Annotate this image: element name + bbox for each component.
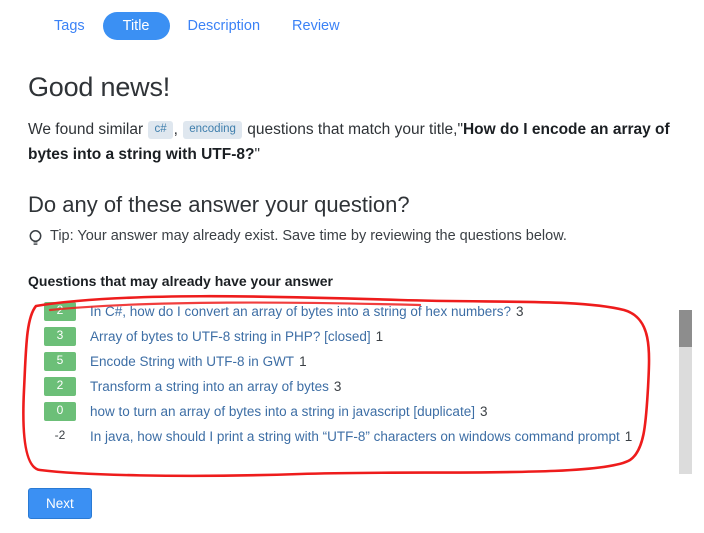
- quote-close: ": [254, 146, 260, 163]
- vote-badge: 0: [44, 402, 76, 421]
- list-item[interactable]: 2 In C#, how do I convert an array of by…: [44, 299, 676, 324]
- next-button[interactable]: Next: [28, 488, 92, 519]
- question-link[interactable]: In C#, how do I convert an array of byte…: [90, 304, 511, 319]
- related-questions-list: 2 In C#, how do I convert an array of by…: [28, 299, 676, 449]
- question-link[interactable]: Transform a string into an array of byte…: [90, 379, 329, 394]
- answer-count: 3: [333, 379, 342, 394]
- questions-list-heading: Questions that may already have your ans…: [28, 273, 334, 289]
- wizard-tab-bar: Tags Title Description Review: [0, 10, 354, 42]
- question-link[interactable]: how to turn an array of bytes into a str…: [90, 404, 475, 419]
- tag-chip-csharp[interactable]: c#: [148, 121, 173, 140]
- vote-badge: 3: [44, 327, 76, 346]
- tab-tags[interactable]: Tags: [40, 13, 99, 40]
- found-middle: questions that match your title,: [247, 121, 458, 138]
- answer-count: 1: [624, 429, 633, 444]
- found-prefix: We found similar: [28, 121, 144, 138]
- answer-count: 1: [299, 354, 307, 369]
- list-item[interactable]: 2 Transform a string into an array of by…: [44, 374, 676, 399]
- vote-badge: 2: [44, 302, 76, 321]
- section-title-do-any: Do any of these answer your question?: [28, 192, 410, 217]
- tab-title[interactable]: Title: [102, 11, 170, 41]
- tip-row: Tip: Your answer may already exist. Save…: [28, 228, 676, 251]
- question-link[interactable]: In java, how should I print a string wit…: [90, 429, 620, 444]
- question-link[interactable]: Encode String with UTF-8 in GWT: [90, 354, 294, 369]
- tip-text: Tip: Your answer may already exist. Save…: [50, 228, 567, 244]
- list-item[interactable]: -2 In java, how should I print a string …: [44, 424, 676, 449]
- tab-review[interactable]: Review: [278, 13, 354, 40]
- list-item[interactable]: 5 Encode String with UTF-8 in GWT 1: [44, 349, 676, 374]
- page-title: Good news!: [28, 72, 171, 102]
- answer-count: 1: [375, 329, 384, 344]
- list-item[interactable]: 3 Array of bytes to UTF-8 string in PHP?…: [44, 324, 676, 349]
- vote-badge: 2: [44, 377, 76, 396]
- list-item[interactable]: 0 how to turn an array of bytes into a s…: [44, 399, 676, 424]
- answer-count: 3: [515, 304, 524, 319]
- lightbulb-icon: [28, 229, 43, 251]
- main-content: Good news! We found similar c#, encoding…: [28, 72, 676, 449]
- tag-separator: ,: [173, 121, 178, 138]
- page-scrollbar-track[interactable]: [679, 310, 692, 474]
- vote-badge: -2: [54, 428, 66, 443]
- tag-chip-encoding[interactable]: encoding: [183, 121, 242, 140]
- vote-badge: 5: [44, 352, 76, 371]
- tab-description[interactable]: Description: [174, 13, 275, 40]
- similar-questions-sentence: We found similar c#, encoding questions …: [28, 117, 676, 167]
- answer-count: 3: [479, 404, 488, 419]
- page-scrollbar-thumb[interactable]: [679, 310, 692, 347]
- question-link[interactable]: Array of bytes to UTF-8 string in PHP? […: [90, 329, 371, 344]
